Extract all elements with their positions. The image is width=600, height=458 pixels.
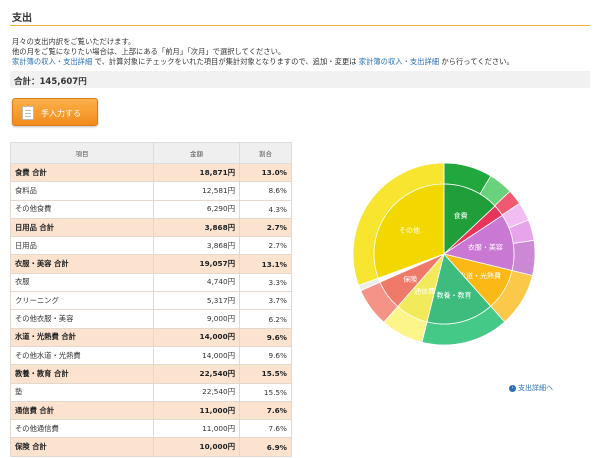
cell-name: 教養・教育 合計 xyxy=(10,364,154,384)
cell-amount: 6,290円 xyxy=(153,199,240,219)
expense-detail-link-label: 支出詳細へ xyxy=(518,384,553,392)
table-subtotal-row: 教養・教育 合計 22,540円 15.5% xyxy=(10,364,292,384)
table-subtotal-row: 通信費 合計 11,000円 7.6% xyxy=(10,400,292,421)
header-amount: 金額 xyxy=(153,142,240,164)
cell-ratio: 13.1% xyxy=(239,254,292,274)
cell-amount: 4,740円 xyxy=(153,272,240,293)
table-subtotal-row: 保険 合計 10,000円 6.9% xyxy=(10,437,292,457)
expense-table: 項目 金額 割合 食費 合計 18,871円 13.0% 食料品 12,581円 8.6%… xyxy=(10,142,292,457)
description-line-3-mid: で、計算対象にチェックをいれた項目が集計対象となりますので、追加・変更は xyxy=(92,57,359,66)
cell-name: 食費 合計 xyxy=(10,162,154,183)
description-line-1: 月々の支出内訳をご覧いただけます。 xyxy=(12,37,136,46)
cell-amount: 22,540円 xyxy=(153,364,240,384)
cell-name: 日用品 xyxy=(10,236,154,256)
cell-amount: 10,000円 xyxy=(153,437,240,457)
cell-ratio: 15.5% xyxy=(239,364,292,384)
manual-input-button[interactable]: 手入力する xyxy=(12,98,98,126)
description-line-2: 他の月をご覧になりたい場合は、上部にある「前月」「次月」で選択してください。 xyxy=(12,47,286,56)
cell-ratio: 9.6% xyxy=(239,345,292,366)
slice-label: 衣服・美容 xyxy=(468,242,503,251)
cell-amount: 12,581円 xyxy=(153,181,240,201)
total-amount: 合計：145,607円 xyxy=(14,77,87,87)
cell-ratio: 2.7% xyxy=(239,217,292,238)
cell-name: 塾 xyxy=(10,382,154,402)
cell-name: その他通信費 xyxy=(10,419,154,439)
table-row: 塾 22,540円 15.5% xyxy=(10,382,292,402)
cell-amount: 14,000円 xyxy=(153,327,240,347)
table-subtotal-row: 食費 合計 18,871円 13.0% xyxy=(10,162,292,183)
cell-name: その他衣服・美容 xyxy=(10,309,154,329)
table-header-row: 項目 金額 割合 xyxy=(10,142,292,164)
header-item: 項目 xyxy=(10,142,154,164)
cell-amount: 3,868円 xyxy=(153,217,240,238)
cell-name: 水道・光熱費 合計 xyxy=(10,327,154,347)
cell-ratio: 6.9% xyxy=(239,437,292,457)
cell-ratio: 9.6% xyxy=(239,327,292,347)
slice-label: 教養・教育 xyxy=(437,290,472,299)
cell-ratio: 8.6% xyxy=(239,181,292,201)
expense-detail-link[interactable]: › 支出詳細へ xyxy=(509,383,553,393)
table-row: その他衣服・美容 9,000円 6.2% xyxy=(10,309,292,329)
table-row: 日用品 3,868円 2.7% xyxy=(10,236,292,256)
cell-ratio: 3.3% xyxy=(239,272,292,293)
slice-label: 食費 xyxy=(454,211,468,220)
cell-name: 衣服・美容 合計 xyxy=(10,254,154,274)
cell-ratio: 2.7% xyxy=(239,236,292,256)
cell-ratio: 13.0% xyxy=(239,162,292,183)
table-row: 食料品 12,581円 8.6% xyxy=(10,181,292,201)
table-row: その他通信費 11,000円 7.6% xyxy=(10,419,292,439)
page-title: 支出 xyxy=(12,13,32,24)
cell-amount: 14,000円 xyxy=(153,345,240,366)
cell-name: その他食費 xyxy=(10,199,154,219)
header-ratio: 割合 xyxy=(239,142,292,164)
cell-amount: 19,057円 xyxy=(153,254,240,274)
cell-amount: 18,871円 xyxy=(153,162,240,183)
cell-ratio: 7.6% xyxy=(239,400,292,421)
cell-amount: 3,868円 xyxy=(153,236,240,256)
arrow-right-circle-icon: › xyxy=(509,384,516,392)
total-bar: 合計：145,607円 xyxy=(10,71,590,88)
section-header: 支出 xyxy=(0,0,600,28)
cell-amount: 22,540円 xyxy=(153,382,240,402)
table-row: 衣服 4,740円 3.3% xyxy=(10,272,292,293)
cell-name: 通信費 合計 xyxy=(10,400,154,421)
cell-amount: 5,317円 xyxy=(153,291,240,311)
cell-name: その他水道・光熱費 xyxy=(10,345,154,366)
outer-slice xyxy=(511,239,536,277)
cell-name: 衣服 xyxy=(10,272,154,293)
cell-name: クリーニング xyxy=(10,291,154,311)
cell-name: 保険 合計 xyxy=(10,437,154,457)
cell-amount: 11,000円 xyxy=(153,419,240,439)
description-line-3: 家計簿の収入・支出詳細 で、計算対象にチェックをいれた項目が集計対象となりますの… xyxy=(12,57,514,67)
slice-label: 保険 xyxy=(403,274,417,283)
table-row: クリーニング 5,317円 3.7% xyxy=(10,291,292,311)
household-detail-link-2[interactable]: 家計簿の収入・支出詳細 xyxy=(359,57,439,66)
cell-ratio: 4.3% xyxy=(239,199,292,219)
cell-name: 日用品 合計 xyxy=(10,217,154,238)
cell-ratio: 15.5% xyxy=(239,382,292,402)
expense-pie-chart: 食費衣服・美容水道・光熱費教養・教育通信費保険その他 xyxy=(352,162,536,346)
slice-label: 通信費 xyxy=(414,287,435,296)
cell-ratio: 3.7% xyxy=(239,291,292,311)
cell-ratio: 7.6% xyxy=(239,419,292,439)
slice-label: その他 xyxy=(399,225,420,234)
table-subtotal-row: 衣服・美容 合計 19,057円 13.1% xyxy=(10,254,292,274)
table-row: その他水道・光熱費 14,000円 9.6% xyxy=(10,345,292,366)
description-line-3-end: から行ってください。 xyxy=(439,57,514,66)
header-divider xyxy=(10,25,590,26)
household-detail-link-1[interactable]: 家計簿の収入・支出詳細 xyxy=(12,57,92,66)
table-row: その他食費 6,290円 4.3% xyxy=(10,199,292,219)
note-icon xyxy=(22,106,34,120)
table-subtotal-row: 水道・光熱費 合計 14,000円 9.6% xyxy=(10,327,292,347)
cell-amount: 11,000円 xyxy=(153,400,240,421)
cell-ratio: 6.2% xyxy=(239,309,292,329)
cell-amount: 9,000円 xyxy=(153,309,240,329)
cell-name: 食料品 xyxy=(10,181,154,201)
manual-input-label: 手入力する xyxy=(41,109,81,118)
table-subtotal-row: 日用品 合計 3,868円 2.7% xyxy=(10,217,292,238)
